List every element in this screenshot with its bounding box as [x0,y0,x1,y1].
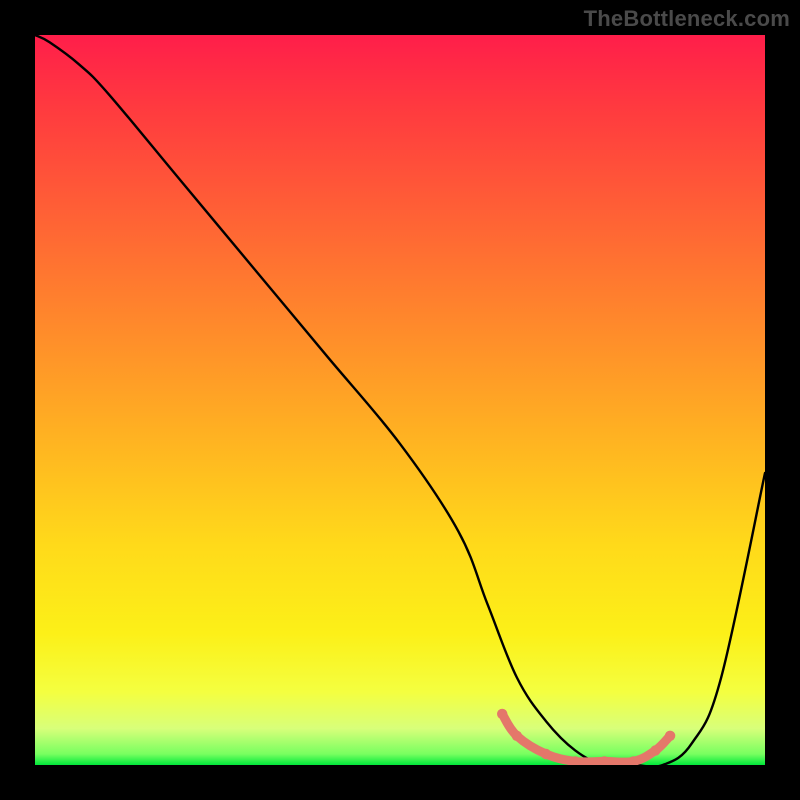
highlight-dot [512,731,522,741]
chart-svg [35,35,765,765]
highlight-dot [497,709,507,719]
bottleneck-curve-path [35,35,765,765]
highlight-dot [650,745,660,755]
plot-area [35,35,765,765]
highlight-dot [665,731,675,741]
watermark-text: TheBottleneck.com [584,6,790,32]
highlight-dot [541,749,551,759]
optimal-range-highlight-path [502,714,670,762]
chart-frame: TheBottleneck.com [0,0,800,800]
